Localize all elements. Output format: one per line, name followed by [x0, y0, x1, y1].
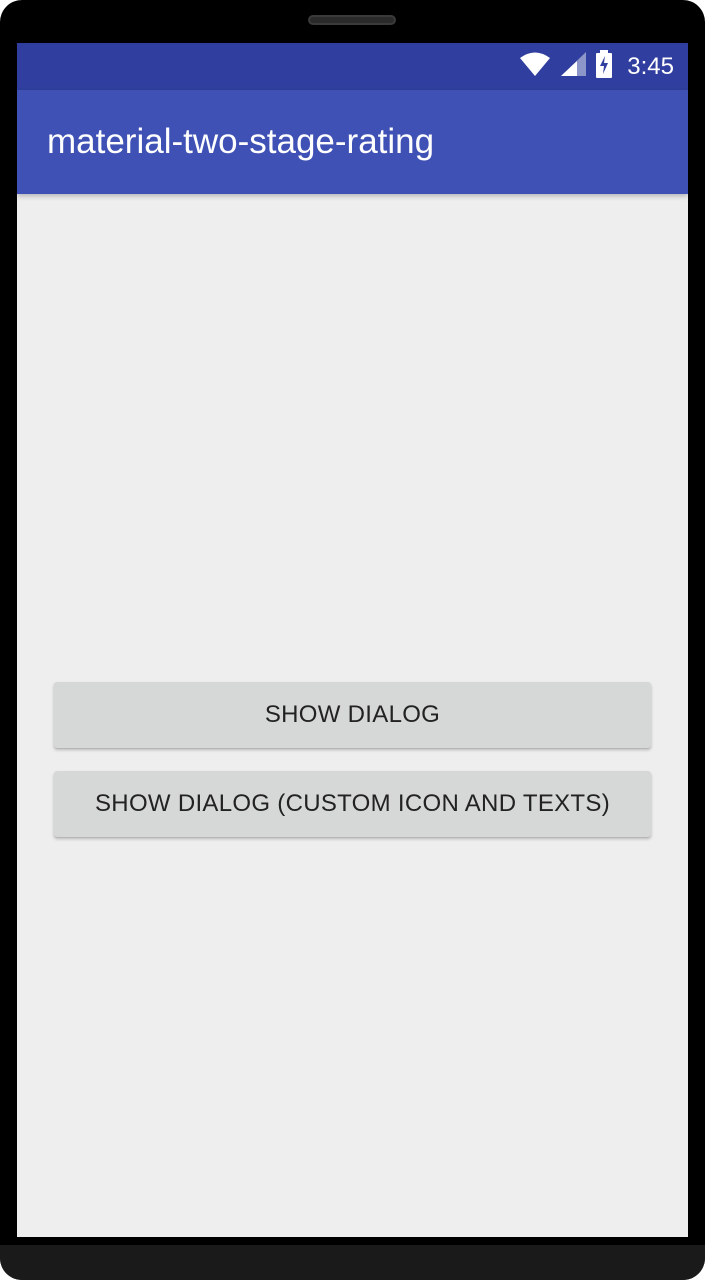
show-dialog-button[interactable]: SHOW DIALOG [54, 682, 651, 748]
wifi-icon [519, 51, 551, 82]
device-frame: 3:45 material-two-stage-rating SHOW DIAL… [0, 0, 705, 1280]
battery-charging-icon [595, 50, 613, 83]
app-title: material-two-stage-rating [47, 122, 435, 161]
bottom-bezel [0, 1245, 705, 1280]
screen: 3:45 material-two-stage-rating SHOW DIAL… [17, 43, 688, 1237]
app-bar: material-two-stage-rating [17, 90, 688, 194]
cell-signal-icon [559, 51, 587, 82]
status-icons: 3:45 [519, 43, 674, 90]
status-bar: 3:45 [17, 43, 688, 90]
show-dialog-custom-button[interactable]: SHOW DIALOG (CUSTOM ICON AND TEXTS) [54, 771, 651, 837]
speaker-grille [308, 15, 396, 25]
status-time: 3:45 [627, 52, 674, 80]
main-content: SHOW DIALOG SHOW DIALOG (CUSTOM ICON AND… [17, 194, 688, 1237]
